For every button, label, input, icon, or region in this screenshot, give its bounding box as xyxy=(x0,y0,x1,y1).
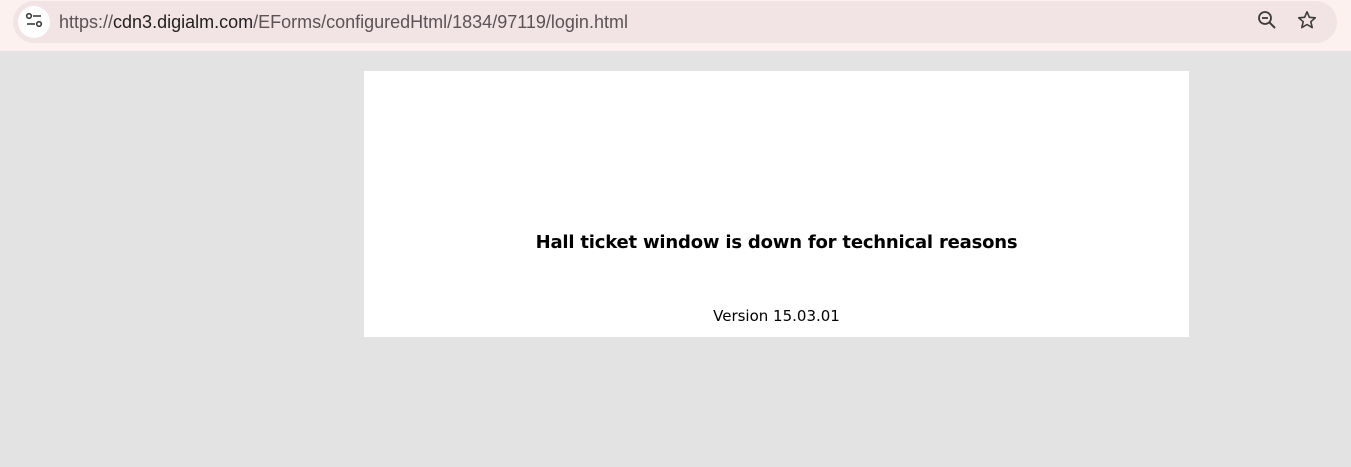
content-panel: Hall ticket window is down for technical… xyxy=(364,71,1189,337)
url-host: cdn3.digialm.com xyxy=(113,12,254,32)
status-message: Hall ticket window is down for technical… xyxy=(535,232,1018,253)
url-text[interactable]: https://cdn3.digialm.com/EForms/configur… xyxy=(59,1,628,43)
url-path: /EForms/configuredHtml/1834/97119/login.… xyxy=(253,12,628,32)
zoom-button[interactable] xyxy=(1251,6,1283,38)
site-info-button[interactable] xyxy=(18,6,50,38)
version-label: Version 15.03.01 xyxy=(713,307,840,325)
url-scheme: https:// xyxy=(59,12,114,32)
tune-icon xyxy=(25,11,43,33)
address-bar[interactable]: https://cdn3.digialm.com/EForms/configur… xyxy=(13,1,1337,43)
star-icon xyxy=(1297,10,1317,34)
bookmark-button[interactable] xyxy=(1291,6,1323,38)
zoom-out-icon xyxy=(1257,10,1277,34)
browser-toolbar: https://cdn3.digialm.com/EForms/configur… xyxy=(0,0,1351,51)
